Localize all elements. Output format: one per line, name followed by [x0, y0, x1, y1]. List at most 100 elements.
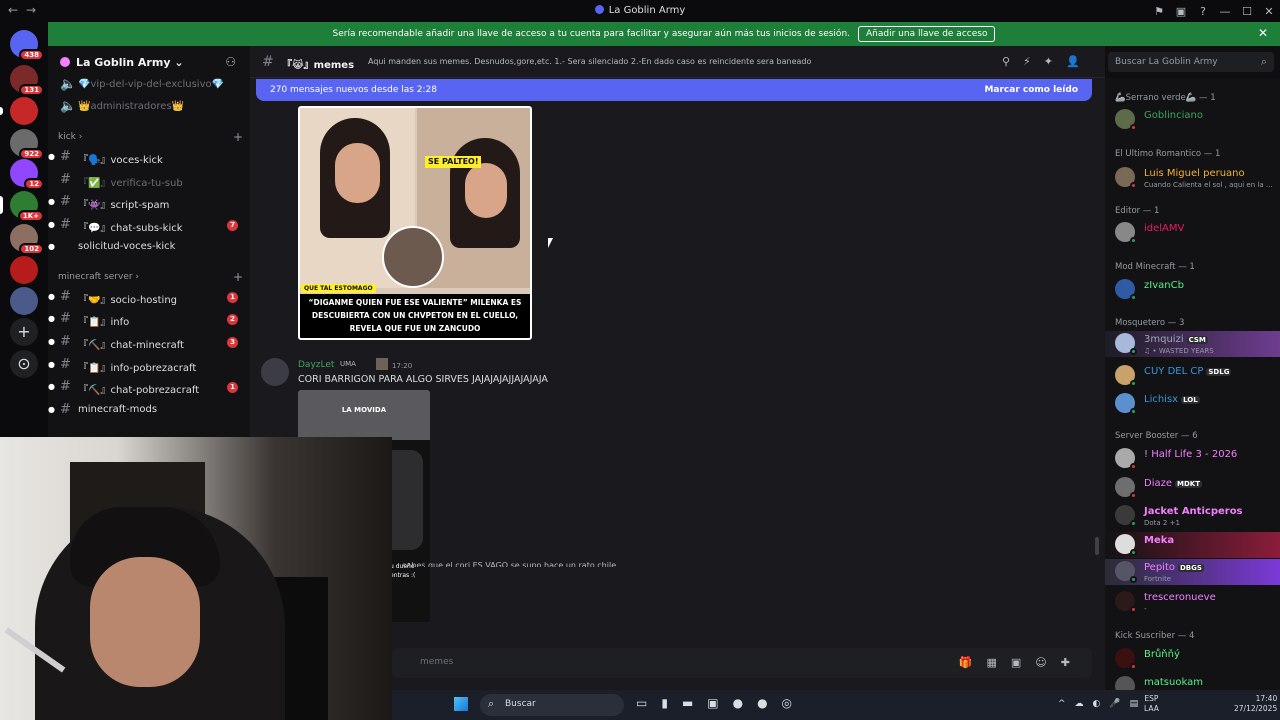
- channel-item[interactable]: ● # 『💬』chat-subs-kick 7: [48, 215, 250, 235]
- server-icon[interactable]: 131: [10, 65, 44, 96]
- help-icon[interactable]: ?: [1192, 5, 1214, 18]
- member-item[interactable]: Meka: [1105, 532, 1280, 558]
- channel-name: 『😹』memes: [282, 60, 355, 71]
- member-group-label: Kick Suscriber — 4: [1115, 631, 1195, 641]
- se-palteo-label: SE PALTEO!: [425, 156, 482, 168]
- channel-item[interactable]: 🔈 💎vip-del-vip-del-exclusivo💎: [48, 75, 250, 95]
- search-input[interactable]: Buscar La Goblin Army ⌕: [1108, 52, 1274, 72]
- channel-item[interactable]: # 『✅』verifica-tu-sub: [48, 170, 250, 190]
- search-icon: ⌕: [1260, 55, 1267, 68]
- add-channel-icon[interactable]: +: [233, 130, 243, 144]
- minimize-button[interactable]: —: [1214, 5, 1236, 18]
- partial-message: ... sabes que el cori ES VAGO se supo ha…: [392, 561, 617, 567]
- member-item[interactable]: tresceronueve -: [1105, 589, 1280, 615]
- search-icon: ⌕: [488, 697, 495, 710]
- channel-item[interactable]: ● # 『📋』info-pobrezacraft: [48, 355, 250, 375]
- category-kick[interactable]: kick › +: [58, 130, 243, 144]
- member-item[interactable]: CUY DEL CP SDLG: [1105, 363, 1280, 389]
- meme-image[interactable]: SE PALTEO! QUE TAL ESTOMAGO “DIGANME QUI…: [298, 106, 532, 340]
- taskbar-search[interactable]: ⌕ Buscar: [480, 694, 624, 716]
- member-item[interactable]: Lichisx LOL: [1105, 391, 1280, 417]
- member-item[interactable]: ! Half Life 3 - 2026: [1105, 446, 1280, 472]
- invite-icon[interactable]: ⚇: [225, 55, 236, 69]
- add-channel-icon[interactable]: +: [233, 270, 243, 284]
- channel-item[interactable]: ● solicitud-voces-kick: [48, 237, 250, 257]
- channel-item[interactable]: ● # 『🤝』socio-hosting 1: [48, 287, 250, 307]
- webcam-overlay: [0, 437, 392, 720]
- clock[interactable]: 17:40 27/12/2025: [1234, 694, 1277, 714]
- member-group-label: 🦾Serrano verde🦾 — 1: [1115, 93, 1216, 103]
- member-item[interactable]: Pepito DBGS Fortnite: [1105, 559, 1280, 585]
- stomach-label: QUE TAL ESTOMAGO: [301, 284, 376, 293]
- channel-item[interactable]: ● # 『🗣️』voces-kick: [48, 147, 250, 167]
- server-icon[interactable]: [10, 287, 38, 315]
- member-item[interactable]: Jacket Anticperos Dota 2 +1: [1105, 503, 1280, 529]
- member-item[interactable]: 3mquizi CSM ♫ • WASTED YEARS: [1105, 331, 1280, 357]
- discover-icon[interactable]: ⊙: [10, 350, 38, 378]
- new-messages-bar[interactable]: 270 mensajes nuevos desde las 2:28 Marca…: [256, 79, 1092, 101]
- member-item[interactable]: idelAMV: [1105, 220, 1280, 246]
- add-server-button[interactable]: +: [10, 318, 38, 346]
- input-language[interactable]: ESP LAA: [1144, 694, 1159, 714]
- close-banner-icon[interactable]: ✕: [1258, 26, 1268, 40]
- header-action-icons[interactable]: ⚲⚡✦👤: [1002, 55, 1093, 68]
- composer-icons[interactable]: 🎁▦▣☺✚: [959, 656, 1084, 669]
- member-group-label: Mosquetero — 3: [1115, 318, 1185, 328]
- server-goblin-army[interactable]: 1K+: [0, 191, 44, 222]
- scrollbar[interactable]: [1095, 537, 1099, 555]
- member-group-label: Editor — 1: [1115, 206, 1160, 216]
- member-item[interactable]: matsuokam: [1105, 674, 1280, 690]
- channel-item[interactable]: ● # 『⛏️』chat-pobrezacraft 1: [48, 377, 250, 397]
- server-icon[interactable]: 922: [10, 129, 44, 160]
- system-tray-icons[interactable]: ^☁◐🎤▤: [1058, 699, 1147, 709]
- member-group-label: Mod Minecraft — 1: [1115, 262, 1195, 272]
- guild-header[interactable]: La Goblin Army ⌄ ⚇: [48, 46, 250, 78]
- passkey-banner: Sería recomendable añadir una llave de a…: [48, 22, 1280, 46]
- title-bar: ←→ La Goblin Army ⚑ ▣ ? — ☐ ✕: [0, 0, 1280, 22]
- channel-item[interactable]: ● # 『👾』script-spam: [48, 192, 250, 212]
- channel-topic[interactable]: Aqui manden sus memes. Desnudos,gore,etc…: [368, 57, 811, 66]
- member-item[interactable]: Brůňňý: [1105, 646, 1280, 672]
- channel-item[interactable]: 🔈 👑administradores👑: [48, 97, 250, 117]
- add-passkey-button[interactable]: Añadir una llave de acceso: [858, 26, 996, 42]
- server-icon[interactable]: 102: [10, 224, 44, 255]
- windows-taskbar: ⌕ Buscar ▭▮▬▣●●◎ ^☁◐🎤▤ ESP LAA 17:40 27/12/…: [392, 690, 1280, 720]
- server-icon[interactable]: [10, 256, 38, 284]
- avatar[interactable]: [261, 358, 289, 386]
- timestamp: 17:20: [392, 362, 413, 370]
- guild-icon: [60, 57, 70, 67]
- message-composer[interactable]: memes 🎁▦▣☺✚: [392, 648, 1092, 678]
- maximize-button[interactable]: ☐: [1236, 5, 1258, 18]
- member-group-label: El Ultimo Romantico — 1: [1115, 149, 1221, 159]
- badge-icon: [376, 358, 388, 370]
- channel-item[interactable]: ● # 『📋』info 2: [48, 309, 250, 329]
- member-group-label: Server Booster — 6: [1115, 431, 1198, 441]
- screen-icon[interactable]: ▣: [1170, 5, 1192, 18]
- member-item[interactable]: Goblinciano: [1105, 107, 1280, 133]
- server-dm[interactable]: 438: [10, 30, 44, 61]
- inbox-icon[interactable]: ⚑: [1148, 5, 1170, 18]
- discord-icon: [594, 5, 604, 14]
- close-window-button[interactable]: ✕: [1258, 5, 1280, 18]
- member-item[interactable]: zIvanCb: [1105, 277, 1280, 303]
- server-icon[interactable]: 12: [10, 159, 44, 190]
- message-text: CORI BARRIGON PARA ALGO SIRVES JAJAJAJAJ…: [298, 374, 548, 385]
- meme-caption: “DIGANME QUIEN FUE ESE VALIENTE” MILENKA…: [300, 294, 530, 338]
- channel-item[interactable]: ● # 『⛏️』chat-minecraft 3: [48, 332, 250, 352]
- guild-tag: UMA: [340, 360, 356, 368]
- taskbar-apps[interactable]: ▭▮▬▣●●◎: [636, 696, 806, 710]
- window-title: La Goblin Army: [0, 5, 1280, 16]
- member-list: 🦾Serrano verde🦾 — 1 Goblinciano El Ultim…: [1105, 78, 1280, 690]
- member-item[interactable]: Diaze MDKT: [1105, 475, 1280, 501]
- channel-item[interactable]: ● # minecraft-mods: [48, 400, 250, 420]
- category-minecraft[interactable]: minecraft server › +: [58, 270, 243, 284]
- channel-hash-icon: #: [262, 54, 274, 70]
- inset-face: [382, 226, 444, 288]
- mouse-cursor: [548, 238, 553, 248]
- start-button[interactable]: [454, 697, 468, 711]
- mark-read-button[interactable]: Marcar como leído: [984, 85, 1078, 95]
- video-title: LA MOVIDA: [341, 406, 387, 414]
- server-icon[interactable]: [0, 97, 38, 125]
- member-item[interactable]: Luis Miguel peruano Cuando Calienta el so…: [1105, 165, 1280, 191]
- username[interactable]: DayzLet: [298, 360, 334, 370]
